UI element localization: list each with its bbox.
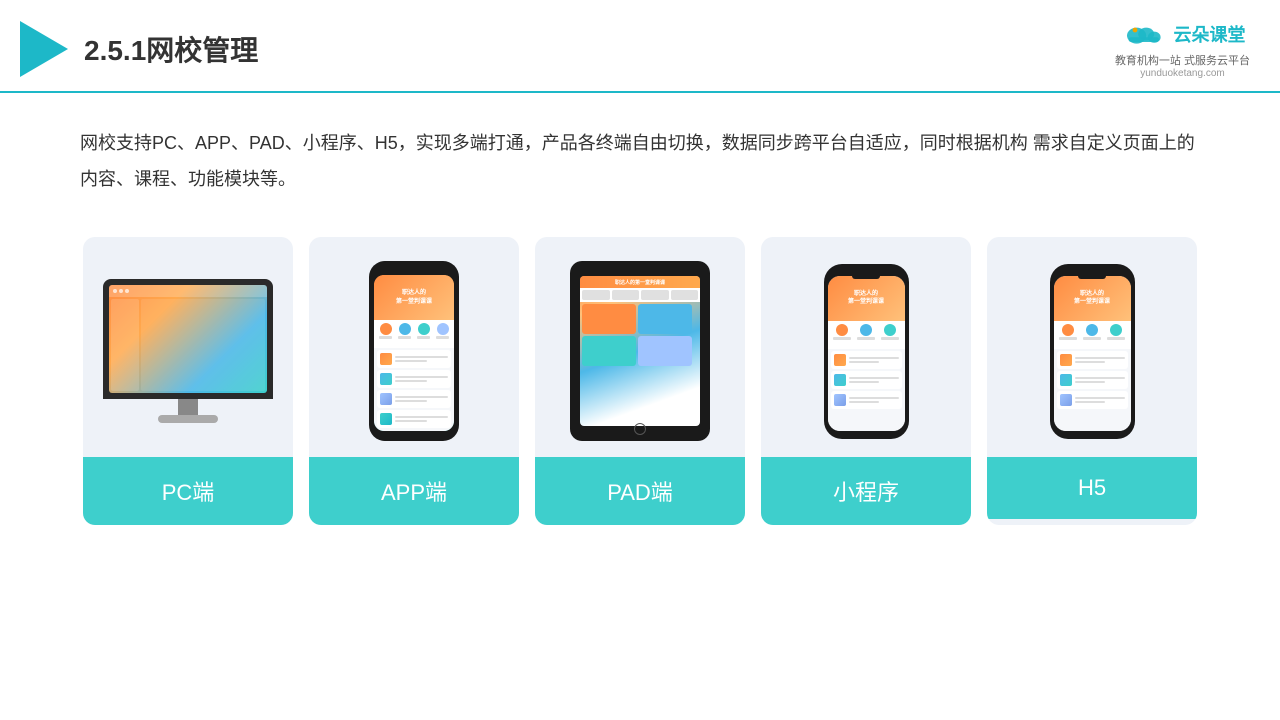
- tablet-mockup: 职达人的第一堂判课课: [570, 261, 710, 441]
- logo-triangle-icon: [20, 21, 68, 77]
- monitor-screen: [109, 285, 267, 393]
- brand-name: 云朵课堂: [1173, 21, 1245, 47]
- card-miniprogram: 职达人的第一堂判课课: [761, 237, 971, 525]
- card-pad-label: PAD端: [535, 457, 745, 525]
- brand-logo: 云朵课堂 教育机构一站 式服务云平台 yunduoketang.com: [1115, 18, 1250, 79]
- phone-mini-notch: [852, 273, 880, 279]
- h5-phone-notch: [1078, 273, 1106, 279]
- cards-container: PC端 职达人的第一堂判课课: [0, 217, 1280, 545]
- card-pc-image: [83, 237, 293, 457]
- cloud-icon: [1119, 18, 1167, 50]
- card-app: 职达人的第一堂判课课: [309, 237, 519, 525]
- card-app-image: 职达人的第一堂判课课: [309, 237, 519, 457]
- brand-subtitle: 教育机构一站 式服务云平台: [1115, 52, 1250, 68]
- phone-screen: 职达人的第一堂判课课: [374, 275, 454, 431]
- tablet-home-btn: [634, 423, 646, 435]
- card-h5-image: 职达人的第一堂判课课: [987, 237, 1197, 457]
- phone-mini-screen: 职达人的第一堂判课课: [828, 276, 905, 431]
- tablet-screen: 职达人的第一堂判课课: [580, 276, 700, 426]
- brand-url: yunduoketang.com: [1140, 68, 1225, 79]
- header-left: 2.5.1网校管理: [20, 21, 258, 77]
- cloud-logo: 云朵课堂: [1119, 18, 1245, 50]
- h5-phone-mockup: 职达人的第一堂判课课: [1050, 264, 1135, 439]
- miniprogram-phone-mockup: 职达人的第一堂判课课: [824, 264, 909, 439]
- h5-phone-screen: 职达人的第一堂判课课: [1054, 276, 1131, 431]
- card-pad-image: 职达人的第一堂判课课: [535, 237, 745, 457]
- app-phone-mockup: 职达人的第一堂判课课: [369, 261, 459, 441]
- card-h5-label: H5: [987, 457, 1197, 519]
- card-pc: PC端: [83, 237, 293, 525]
- pc-mockup: [103, 279, 273, 423]
- header: 2.5.1网校管理 云朵课堂 教育机构一站 式服务云平台 yunduoketan…: [0, 0, 1280, 93]
- description-text: 网校支持PC、APP、PAD、小程序、H5，实现多端打通，产品各终端自由切换，数…: [0, 93, 1280, 217]
- card-miniprogram-image: 职达人的第一堂判课课: [761, 237, 971, 457]
- card-pc-label: PC端: [83, 457, 293, 525]
- card-h5: 职达人的第一堂判课课: [987, 237, 1197, 525]
- card-miniprogram-label: 小程序: [761, 457, 971, 525]
- monitor-body: [103, 279, 273, 399]
- page-title: 2.5.1网校管理: [84, 29, 258, 69]
- card-pad: 职达人的第一堂判课课 PAD端: [535, 237, 745, 525]
- monitor-base: [158, 415, 218, 423]
- card-app-label: APP端: [309, 457, 519, 525]
- phone-notch: [402, 269, 426, 275]
- monitor-neck: [178, 399, 198, 415]
